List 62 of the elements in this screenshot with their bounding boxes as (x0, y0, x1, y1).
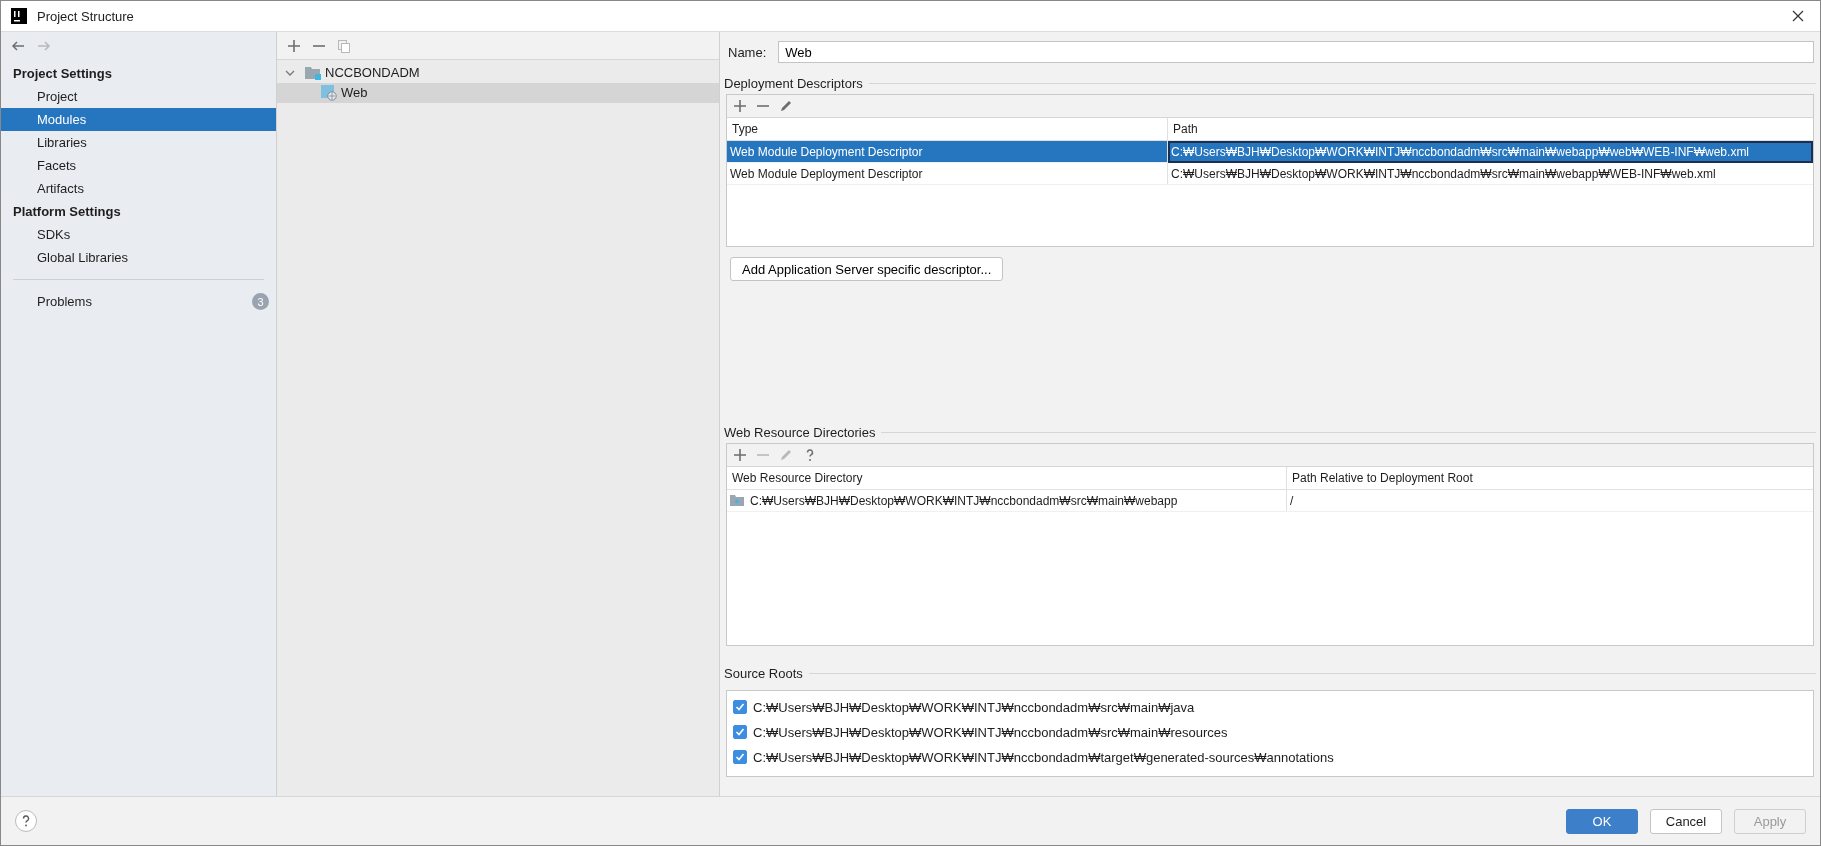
table-cell: C:₩Users₩BJH₩Desktop₩WORK₩INTJ₩nccbondadm₩src₩main₩webapp₩WEB-INF₩web.xml (1167, 162, 1813, 185)
checkbox[interactable] (733, 700, 747, 714)
count-badge: 3 (252, 293, 269, 310)
column-header[interactable]: Web Resource Directory (727, 467, 1287, 490)
sidebar-item[interactable]: Libraries (1, 131, 276, 154)
table-cell: Web Module Deployment Descriptor (727, 140, 1168, 163)
plus-icon (733, 448, 747, 462)
question-mark-icon (21, 815, 31, 827)
window-title: Project Structure (37, 8, 134, 24)
name-label: Name: (728, 44, 767, 60)
checkbox[interactable] (733, 725, 747, 739)
minus-icon (313, 44, 325, 47)
sidebar-item[interactable]: Global Libraries (1, 246, 276, 269)
checkbox[interactable] (733, 750, 747, 764)
section-title: Deployment Descriptors (724, 75, 863, 91)
close-icon[interactable] (1792, 10, 1804, 22)
table-row[interactable]: Web Module Deployment Descriptor C:₩Users₩BJH₩Desktop₩WORK₩INTJ₩nccbondadm₩src₩main₩webapp₩web₩WEB-INF₩web.xml (727, 140, 1813, 163)
app-logo-icon (11, 8, 27, 24)
tree-row[interactable]: Web (277, 83, 719, 103)
tree-row[interactable]: NCCBONDADM (277, 63, 719, 83)
dialog-button[interactable]: OK (1566, 808, 1638, 834)
add-descriptor-button[interactable]: Add Application Server specific descriptor... (730, 257, 1004, 281)
pencil-icon (779, 99, 793, 113)
tree-label: NCCBONDADM (325, 64, 420, 82)
minus-icon (757, 105, 769, 107)
folder-icon (305, 66, 321, 80)
help-button[interactable] (15, 810, 37, 832)
table-row[interactable]: Web Module Deployment Descriptor C:₩Users₩BJH₩Desktop₩WORK₩INTJ₩nccbondadm₩src₩main₩webapp₩WEB-INF₩web.xml (727, 162, 1813, 185)
sidebar-item[interactable]: SDKs (1, 223, 276, 246)
table-cell: / (1286, 489, 1813, 512)
web-module-icon (321, 85, 337, 101)
sidebar-item[interactable]: Facets (1, 154, 276, 177)
forward-arrow-icon (37, 39, 51, 53)
name-field[interactable]: Web (778, 41, 1814, 63)
column-header[interactable]: Path (1167, 118, 1813, 141)
section-title: Web Resource Directories (724, 424, 876, 440)
column-header[interactable]: Type (727, 118, 1168, 141)
pencil-icon (779, 448, 793, 462)
source-root-path: C:₩Users₩BJH₩Desktop₩WORK₩INTJ₩nccbondadm₩src₩main₩java (753, 699, 1195, 715)
minus-icon (757, 454, 769, 456)
table-cell: Web Module Deployment Descriptor (727, 162, 1168, 185)
section-title: Source Roots (724, 665, 803, 681)
table-row[interactable]: C:₩Users₩BJH₩Desktop₩WORK₩INTJ₩nccbondadm₩src₩main₩webapp / (727, 489, 1813, 512)
column-header[interactable]: Path Relative to Deployment Root (1286, 467, 1813, 490)
folder-icon (730, 495, 744, 506)
copy-icon (337, 38, 351, 53)
tree-label: Web (341, 84, 368, 102)
source-root-path: C:₩Users₩BJH₩Desktop₩WORK₩INTJ₩nccbondadm₩target₩generated-sources₩annotations (753, 749, 1334, 765)
dialog-button[interactable]: Cancel (1650, 808, 1722, 834)
plus-icon (287, 38, 301, 53)
sidebar-item[interactable]: Project (1, 85, 276, 108)
plus-icon (733, 99, 747, 113)
table-cell: C:₩Users₩BJH₩Desktop₩WORK₩INTJ₩nccbondadm₩src₩main₩webapp₩web₩WEB-INF₩web.xml (1167, 140, 1813, 163)
back-arrow-icon (11, 39, 25, 53)
section-heading: Project Settings (12, 65, 113, 83)
chevron-down-icon[interactable] (285, 68, 295, 78)
source-root-path: C:₩Users₩BJH₩Desktop₩WORK₩INTJ₩nccbondadm₩src₩main₩resources (753, 724, 1228, 740)
sidebar-item[interactable]: Artifacts (1, 177, 276, 200)
section-heading: Platform Settings (12, 203, 122, 221)
sidebar-item[interactable]: Problems (37, 294, 92, 309)
sidebar-item[interactable]: Modules (1, 108, 276, 131)
table-cell: C:₩Users₩BJH₩Desktop₩WORK₩INTJ₩nccbondadm₩src₩main₩webapp (750, 493, 1178, 508)
